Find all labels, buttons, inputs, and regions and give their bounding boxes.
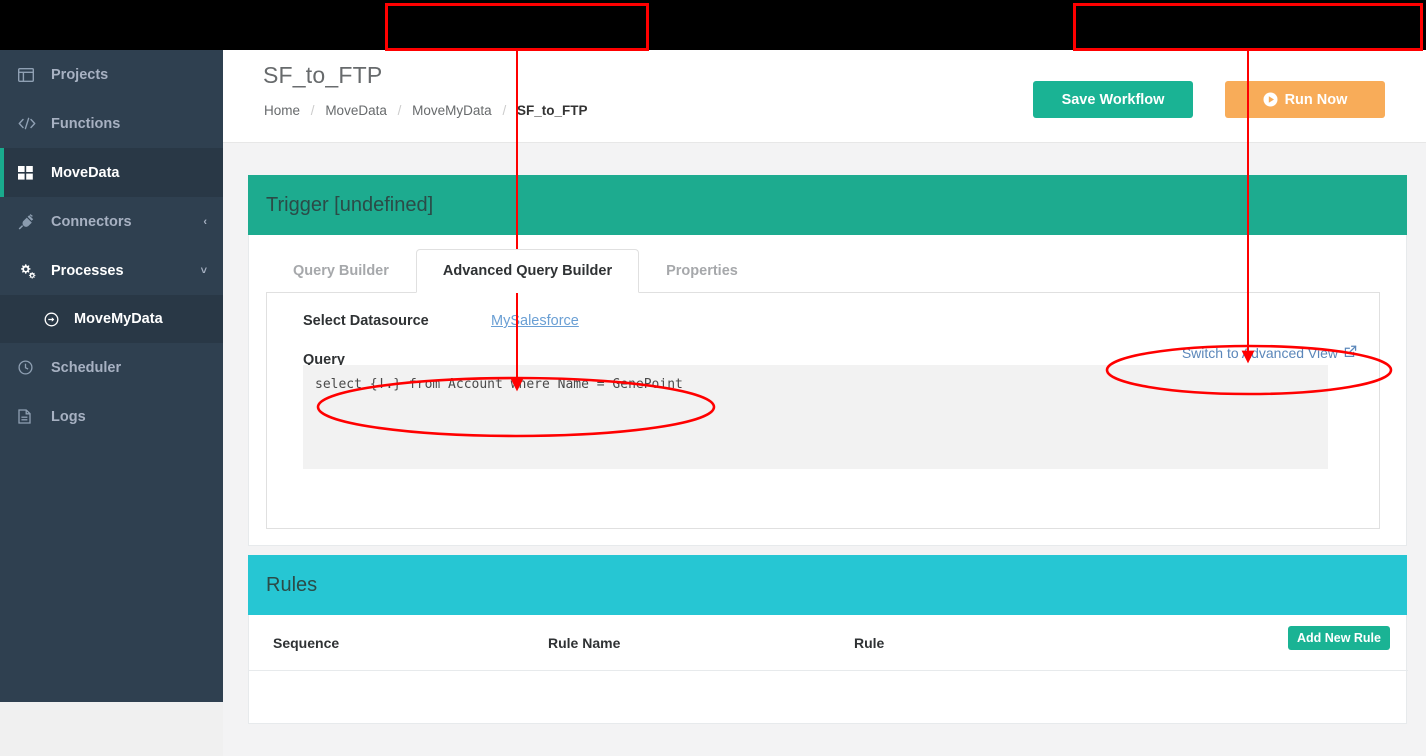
trigger-panel-header: Trigger [undefined] — [248, 175, 1407, 235]
switch-to-advanced-view-label: Switch to Advanced View — [1181, 345, 1338, 361]
rules-table: Sequence Rule Name Rule Add New Rule — [249, 615, 1408, 671]
run-now-label: Run Now — [1284, 91, 1348, 108]
sidebar-item-label: MoveMyData — [74, 311, 163, 327]
column-header-sequence: Sequence — [273, 635, 340, 651]
datasource-row: Select Datasource MySalesforce — [303, 313, 579, 329]
page-title: SF_to_FTP — [263, 62, 383, 88]
sidebar-item-connectors[interactable]: Connectors ‹ — [0, 197, 223, 246]
trigger-panel-title: Trigger [undefined] — [266, 193, 434, 216]
breadcrumb-separator: / — [502, 103, 507, 118]
application-window: Projects Functions MoveData Connectors ‹… — [0, 0, 1426, 756]
column-header-rule-name: Rule Name — [548, 635, 621, 651]
breadcrumb: Home / MoveData / MoveMyData / SF_to_FTP — [264, 103, 587, 118]
code-icon — [18, 117, 40, 130]
sidebar-item-label: Scheduler — [51, 359, 122, 376]
main-content: Trigger [undefined] Query Builder Advanc… — [223, 143, 1426, 756]
projects-icon — [18, 67, 40, 82]
breadcrumb-item-current: SF_to_FTP — [516, 103, 588, 118]
sidebar-item-movemydata[interactable]: MoveMyData — [0, 295, 223, 343]
sidebar-item-processes[interactable]: Processes ˅ — [0, 246, 223, 295]
chevron-left-icon: ‹ — [203, 215, 207, 228]
sidebar-item-label: Processes — [51, 262, 124, 279]
gears-icon — [18, 263, 40, 279]
clock-icon — [18, 360, 40, 375]
rules-panel-body: Sequence Rule Name Rule Add New Rule — [248, 615, 1408, 724]
header-actions: Save Workflow Run Now — [1033, 81, 1385, 118]
tab-advanced-query-builder[interactable]: Advanced Query Builder — [415, 249, 640, 293]
sidebar-item-label: Functions — [51, 115, 121, 132]
datasource-label: Select Datasource — [303, 313, 429, 329]
column-header-rule: Rule — [854, 635, 885, 651]
chevron-down-icon: ˅ — [200, 264, 207, 277]
rules-panel: Rules Sequence Rule Name Rule Add New Ru… — [248, 555, 1408, 724]
run-now-button[interactable]: Run Now — [1225, 81, 1385, 118]
switch-to-advanced-view-link[interactable]: Switch to Advanced View — [1182, 345, 1357, 361]
rules-table-header-row: Sequence Rule Name Rule Add New Rule — [249, 615, 1408, 671]
breadcrumb-separator: / — [397, 103, 402, 118]
sidebar-item-label: Connectors — [51, 213, 132, 230]
play-icon — [1263, 92, 1278, 107]
sidebar-item-label: Logs — [51, 408, 86, 425]
datasource-link[interactable]: MySalesforce — [491, 313, 579, 329]
save-workflow-button[interactable]: Save Workflow — [1033, 81, 1193, 118]
external-link-icon — [1344, 345, 1357, 361]
sidebar-item-functions[interactable]: Functions — [0, 99, 223, 148]
sidebar-item-movedata[interactable]: MoveData — [0, 148, 223, 197]
trigger-tabs: Query Builder Advanced Query Builder Pro… — [266, 249, 765, 293]
plug-icon — [18, 213, 40, 230]
trigger-panel-body: Query Builder Advanced Query Builder Pro… — [248, 235, 1407, 546]
sidebar-item-label: MoveData — [51, 164, 120, 181]
rules-panel-header: Rules — [248, 555, 1407, 615]
tab-query-builder[interactable]: Query Builder — [266, 249, 416, 293]
query-input[interactable] — [303, 365, 1328, 469]
top-redaction-band — [0, 0, 1426, 50]
breadcrumb-item-movedata[interactable]: MoveData — [325, 103, 387, 118]
breadcrumb-item-movemydata[interactable]: MoveMyData — [412, 103, 492, 118]
advanced-query-builder-pane: Select Datasource MySalesforce Query Swi… — [266, 293, 1380, 529]
sidebar-item-scheduler[interactable]: Scheduler — [0, 343, 223, 392]
grid-icon — [18, 165, 40, 180]
breadcrumb-separator: / — [310, 103, 315, 118]
file-icon — [18, 409, 40, 424]
tab-properties[interactable]: Properties — [639, 249, 765, 293]
circle-arrow-icon — [44, 312, 64, 327]
breadcrumb-item-home[interactable]: Home — [264, 103, 300, 118]
sidebar-navigation: Projects Functions MoveData Connectors ‹… — [0, 50, 223, 702]
sidebar-submenu-processes: MoveMyData — [0, 295, 223, 343]
rules-panel-title: Rules — [266, 573, 318, 596]
page-header: SF_to_FTP Home / MoveData / MoveMyData /… — [223, 50, 1426, 143]
sidebar-item-projects[interactable]: Projects — [0, 50, 223, 99]
sidebar-item-logs[interactable]: Logs — [0, 392, 223, 441]
sidebar-item-label: Projects — [51, 66, 109, 83]
add-new-rule-button[interactable]: Add New Rule — [1287, 626, 1390, 650]
trigger-panel: Trigger [undefined] Query Builder Advanc… — [248, 175, 1407, 546]
